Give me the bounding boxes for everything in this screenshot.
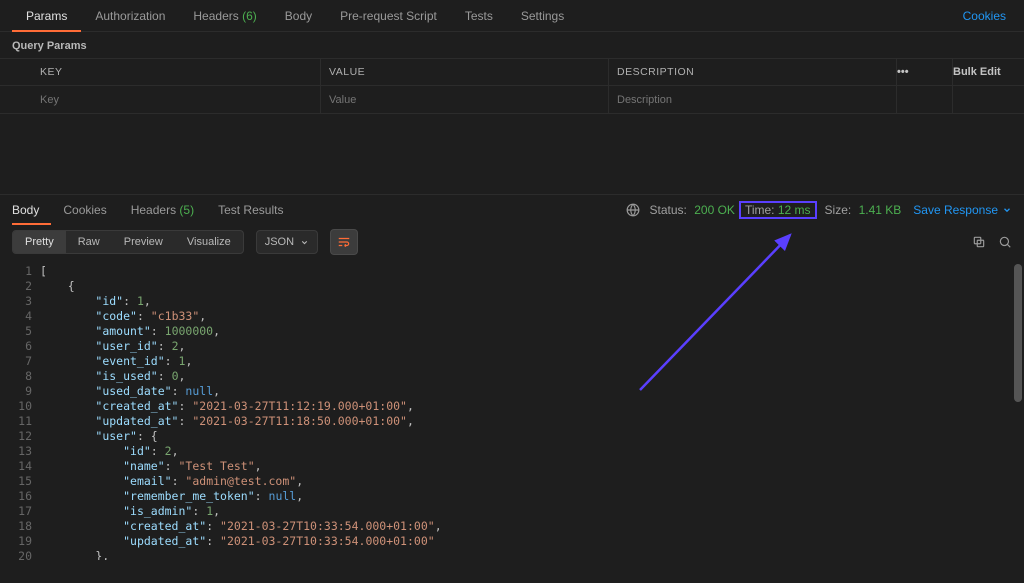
col-value: VALUE bbox=[320, 59, 608, 85]
wrap-lines-button[interactable] bbox=[330, 229, 358, 255]
query-params-header: KEY VALUE DESCRIPTION ••• Bulk Edit bbox=[0, 58, 1024, 86]
tab-tests[interactable]: Tests bbox=[451, 0, 507, 32]
save-response-button[interactable]: Save Response bbox=[913, 203, 1012, 217]
status-value: 200 OK bbox=[694, 203, 735, 217]
chevron-down-icon bbox=[300, 238, 309, 247]
param-key-input[interactable] bbox=[32, 86, 320, 113]
tab-headers[interactable]: Headers (6) bbox=[179, 0, 270, 32]
view-pretty[interactable]: Pretty bbox=[13, 231, 66, 253]
tab-params[interactable]: Params bbox=[12, 0, 81, 32]
tab-prerequest[interactable]: Pre-request Script bbox=[326, 0, 451, 32]
query-params-title: Query Params bbox=[0, 32, 1024, 58]
request-tabs: Params Authorization Headers (6) Body Pr… bbox=[0, 0, 1024, 32]
view-visualize[interactable]: Visualize bbox=[175, 231, 243, 253]
resp-tab-testresults[interactable]: Test Results bbox=[206, 195, 295, 225]
tab-settings[interactable]: Settings bbox=[507, 0, 578, 32]
resp-tab-headers-label: Headers bbox=[131, 203, 176, 217]
time-label: Time: bbox=[745, 203, 775, 217]
globe-icon[interactable] bbox=[626, 203, 640, 217]
line-gutter: 1234567891011121314151617181920 bbox=[0, 260, 40, 560]
tab-authorization[interactable]: Authorization bbox=[81, 0, 179, 32]
tab-headers-count: (6) bbox=[242, 9, 257, 23]
view-mode-group: Pretty Raw Preview Visualize bbox=[12, 230, 244, 254]
tab-body[interactable]: Body bbox=[271, 0, 326, 32]
col-key: KEY bbox=[32, 66, 320, 78]
code-content[interactable]: [ { "id": 1, "code": "c1b33", "amount": … bbox=[40, 260, 1024, 560]
resp-tab-headers[interactable]: Headers (5) bbox=[119, 195, 206, 225]
view-raw[interactable]: Raw bbox=[66, 231, 112, 253]
status-label: Status: bbox=[650, 203, 687, 217]
columns-menu[interactable]: ••• bbox=[896, 59, 952, 85]
scrollbar-thumb[interactable] bbox=[1014, 264, 1022, 402]
param-desc-input[interactable] bbox=[609, 86, 896, 113]
chevron-down-icon bbox=[1002, 205, 1012, 215]
status-group: Status: 200 OK bbox=[650, 203, 739, 217]
response-bar: Body Cookies Headers (5) Test Results St… bbox=[0, 194, 1024, 224]
wrap-icon bbox=[337, 235, 351, 249]
col-description: DESCRIPTION bbox=[608, 59, 896, 85]
param-value-input[interactable] bbox=[321, 86, 608, 113]
size-value: 1.41 KB bbox=[859, 203, 902, 217]
cookies-link[interactable]: Cookies bbox=[963, 9, 1012, 23]
query-param-row bbox=[0, 86, 1024, 114]
response-body: 1234567891011121314151617181920 [ { "id"… bbox=[0, 260, 1024, 560]
tab-headers-label: Headers bbox=[193, 9, 238, 23]
bulk-edit-button[interactable]: Bulk Edit bbox=[952, 59, 1024, 85]
response-toolbar: Pretty Raw Preview Visualize JSON bbox=[0, 224, 1024, 260]
resp-tab-headers-count: (5) bbox=[179, 203, 194, 217]
copy-button[interactable] bbox=[972, 235, 986, 249]
copy-icon bbox=[972, 235, 986, 249]
time-value: 12 ms bbox=[778, 203, 811, 217]
time-highlight: Time: 12 ms bbox=[739, 201, 817, 219]
view-preview[interactable]: Preview bbox=[112, 231, 175, 253]
query-params-table: KEY VALUE DESCRIPTION ••• Bulk Edit bbox=[0, 58, 1024, 114]
resp-tab-cookies[interactable]: Cookies bbox=[51, 195, 118, 225]
size-group: Size: 1.41 KB bbox=[825, 203, 906, 217]
search-button[interactable] bbox=[998, 235, 1012, 249]
search-icon bbox=[998, 235, 1012, 249]
format-select[interactable]: JSON bbox=[256, 230, 318, 254]
size-label: Size: bbox=[825, 203, 852, 217]
resp-tab-body[interactable]: Body bbox=[12, 195, 51, 225]
